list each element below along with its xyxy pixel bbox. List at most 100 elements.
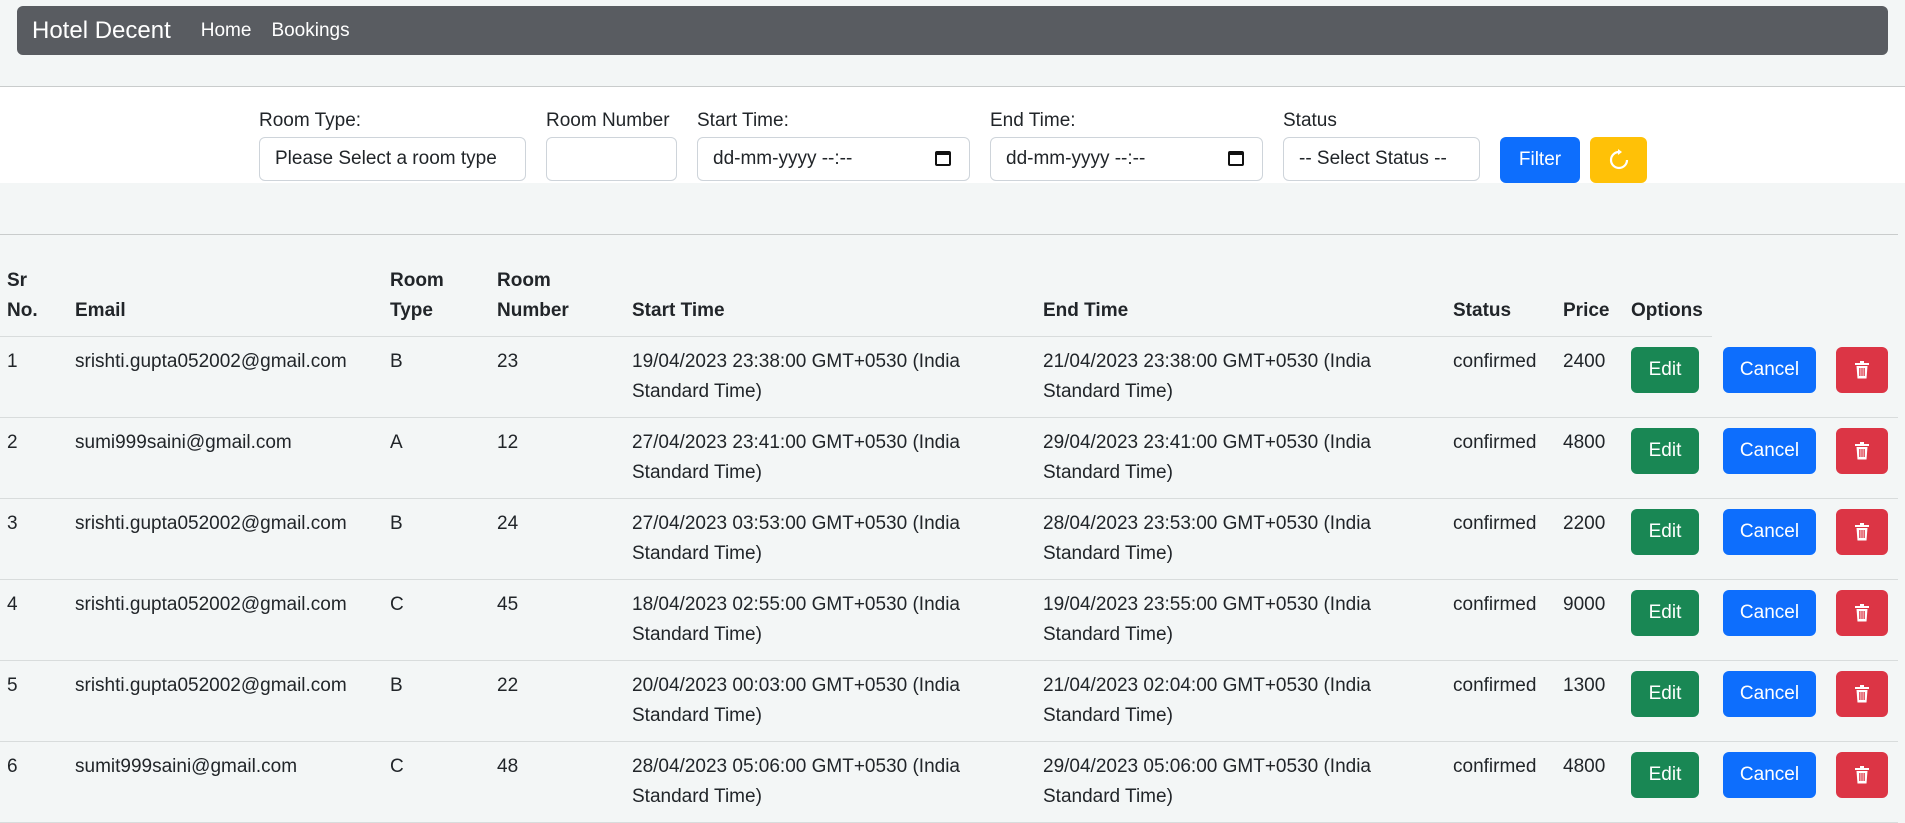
cell-end-time: 29/04/2023 05:06:00 GMT+0530 (India Stan… — [1043, 752, 1371, 812]
cell-end-time: 28/04/2023 23:53:00 GMT+0530 (India Stan… — [1043, 509, 1371, 569]
bookings-table: Sr No. Email Room Type Room Number Start… — [0, 262, 1905, 823]
cell-start-time: 19/04/2023 23:38:00 GMT+0530 (India Stan… — [632, 347, 960, 407]
cell-text: 18/04/2023 02:55:00 GMT+0530 (India — [632, 594, 960, 615]
table-row: 2 sumi999saini@gmail.com A 12 27/04/2023… — [0, 418, 1898, 499]
divider — [0, 234, 1898, 235]
edit-button-label: Edit — [1648, 440, 1682, 461]
delete-button[interactable] — [1836, 671, 1888, 717]
cell-room-type: C — [390, 594, 404, 615]
cell-text: Standard Time) — [632, 381, 762, 402]
table-row: 4 srishti.gupta052002@gmail.com C 45 18/… — [0, 580, 1898, 661]
edit-button-label: Edit — [1648, 359, 1682, 380]
cell-text: Standard Time) — [632, 543, 762, 564]
edit-button[interactable]: Edit — [1631, 347, 1699, 393]
cell-text: 27/04/2023 23:41:00 GMT+0530 (India — [632, 432, 960, 453]
cell-start-time: 27/04/2023 03:53:00 GMT+0530 (India Stan… — [632, 509, 960, 569]
nav-link-bookings[interactable]: Bookings — [271, 20, 349, 42]
room-number-label: Room Number — [546, 110, 670, 131]
start-time-placeholder: dd-mm-yyyy --:-- — [713, 148, 853, 169]
reset-button[interactable] — [1590, 137, 1647, 183]
header-sr-no: Sr No. — [7, 266, 38, 326]
delete-button[interactable] — [1836, 752, 1888, 798]
nav-link-home[interactable]: Home — [201, 20, 252, 42]
cell-start-time: 20/04/2023 00:03:00 GMT+0530 (India Stan… — [632, 671, 960, 731]
cancel-button[interactable]: Cancel — [1723, 509, 1816, 555]
cancel-button[interactable]: Cancel — [1723, 752, 1816, 798]
delete-button[interactable] — [1836, 428, 1888, 474]
cell-end-time: 21/04/2023 02:04:00 GMT+0530 (India Stan… — [1043, 671, 1371, 731]
cell-text: Standard Time) — [1043, 624, 1173, 645]
cell-start-time: 18/04/2023 02:55:00 GMT+0530 (India Stan… — [632, 590, 960, 650]
filter-button-label: Filter — [1518, 149, 1562, 170]
cell-email: srishti.gupta052002@gmail.com — [75, 351, 347, 372]
header-price: Price — [1563, 300, 1610, 321]
cell-text: Standard Time) — [1043, 543, 1173, 564]
header-status: Status — [1453, 300, 1512, 321]
refresh-icon — [1609, 149, 1628, 170]
cell-text: Standard Time) — [632, 786, 762, 807]
filter-panel: Room Type: Please Select a room type Roo… — [0, 87, 1905, 183]
edit-button[interactable]: Edit — [1631, 752, 1699, 798]
delete-button[interactable] — [1836, 347, 1888, 393]
cancel-button-label: Cancel — [1739, 440, 1800, 461]
cell-sr-no: 3 — [7, 513, 18, 534]
cell-room-type: A — [390, 432, 403, 453]
cell-end-time: 29/04/2023 23:41:00 GMT+0530 (India Stan… — [1043, 428, 1371, 488]
calendar-icon[interactable] — [935, 151, 951, 166]
brand-logo[interactable]: Hotel Decent — [32, 17, 171, 45]
room-type-label: Room Type: — [259, 110, 362, 131]
delete-button[interactable] — [1836, 590, 1888, 636]
calendar-icon[interactable] — [1228, 151, 1244, 166]
status-select[interactable]: -- Select Status -- — [1283, 137, 1480, 181]
cell-text: Standard Time) — [1043, 786, 1173, 807]
trash-icon — [1855, 604, 1869, 622]
room-type-select[interactable]: Please Select a room type — [259, 137, 526, 181]
edit-button-label: Edit — [1648, 602, 1682, 623]
cell-room-number: 22 — [497, 675, 519, 696]
edit-button-label: Edit — [1648, 764, 1682, 785]
cell-room-number: 23 — [497, 351, 519, 372]
cell-text: 19/04/2023 23:38:00 GMT+0530 (India — [632, 351, 960, 372]
filter-button[interactable]: Filter — [1500, 137, 1580, 183]
cell-sr-no: 2 — [7, 432, 18, 453]
edit-button[interactable]: Edit — [1631, 671, 1699, 717]
start-time-input[interactable]: dd-mm-yyyy --:-- — [697, 137, 970, 181]
room-type-placeholder: Please Select a room type — [275, 148, 497, 169]
edit-button[interactable]: Edit — [1631, 509, 1699, 555]
header-start-time: Start Time — [632, 300, 725, 321]
cell-text: 28/04/2023 05:06:00 GMT+0530 (India — [632, 756, 960, 777]
cancel-button[interactable]: Cancel — [1723, 428, 1816, 474]
end-time-input[interactable]: dd-mm-yyyy --:-- — [990, 137, 1263, 181]
cell-price: 4800 — [1563, 432, 1606, 453]
cell-text: 27/04/2023 03:53:00 GMT+0530 (India — [632, 513, 960, 534]
cell-text: Standard Time) — [1043, 381, 1173, 402]
cancel-button[interactable]: Cancel — [1723, 671, 1816, 717]
cell-text: 29/04/2023 05:06:00 GMT+0530 (India — [1043, 756, 1371, 777]
cell-room-number: 45 — [497, 594, 519, 615]
table-header: Sr No. Email Room Type Room Number Start… — [0, 262, 1712, 337]
header-text: Type — [390, 300, 433, 321]
delete-button[interactable] — [1836, 509, 1888, 555]
header-text: Number — [497, 300, 569, 321]
cell-status: confirmed — [1453, 756, 1537, 777]
edit-button-label: Edit — [1648, 683, 1682, 704]
edit-button[interactable]: Edit — [1631, 428, 1699, 474]
cancel-button-label: Cancel — [1739, 602, 1800, 623]
table-row: 1 srishti.gupta052002@gmail.com B 23 19/… — [0, 337, 1898, 418]
cell-status: confirmed — [1453, 675, 1537, 696]
header-text: Room — [390, 270, 444, 291]
cell-room-type: C — [390, 756, 404, 777]
cancel-button[interactable]: Cancel — [1723, 590, 1816, 636]
cancel-button[interactable]: Cancel — [1723, 347, 1816, 393]
cell-email: srishti.gupta052002@gmail.com — [75, 513, 347, 534]
room-number-input[interactable] — [546, 137, 677, 181]
status-placeholder: -- Select Status -- — [1299, 148, 1447, 169]
edit-button[interactable]: Edit — [1631, 590, 1699, 636]
cell-price: 2400 — [1563, 351, 1606, 372]
cell-status: confirmed — [1453, 351, 1537, 372]
start-time-label: Start Time: — [697, 110, 789, 131]
cell-email: srishti.gupta052002@gmail.com — [75, 675, 347, 696]
header-room-number: Room Number — [497, 266, 569, 326]
header-email: Email — [75, 300, 126, 321]
trash-icon — [1855, 523, 1869, 541]
